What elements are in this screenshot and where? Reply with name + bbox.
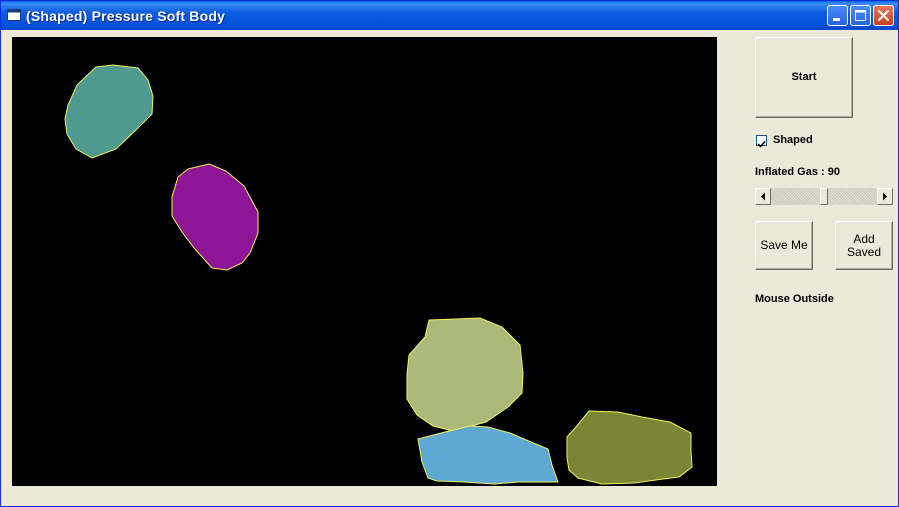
shaped-checkbox[interactable] [756, 135, 767, 148]
window-title: (Shaped) Pressure Soft Body [26, 8, 226, 24]
shaped-label[interactable]: Shaped [773, 134, 813, 146]
app-window: (Shaped) Pressure Soft Body Start Shaped… [0, 0, 899, 507]
app-window-icon [7, 9, 21, 21]
inflated-gas-label: Inflated Gas : 90 [755, 166, 840, 178]
sage-body[interactable] [406, 317, 524, 432]
blue-body[interactable] [417, 425, 559, 485]
simulation-canvas[interactable] [12, 37, 717, 486]
soft-body-scene [64, 64, 693, 485]
close-icon [878, 10, 889, 21]
start-button[interactable]: Start [755, 37, 853, 118]
teal-body[interactable] [64, 64, 154, 159]
checkmark-icon [757, 140, 766, 148]
purple-body[interactable] [171, 163, 259, 271]
maximize-button[interactable] [850, 5, 871, 26]
close-button[interactable] [873, 5, 894, 26]
slider-left-arrow[interactable] [755, 188, 771, 205]
arrow-right-icon [883, 192, 887, 201]
title-bar[interactable]: (Shaped) Pressure Soft Body [1, 1, 898, 30]
arrow-left-icon [761, 192, 765, 201]
slider-thumb[interactable] [820, 188, 828, 205]
minimize-icon [833, 18, 840, 21]
inflated-gas-slider[interactable] [755, 188, 893, 205]
slider-track[interactable] [771, 188, 877, 205]
slider-right-arrow[interactable] [877, 188, 893, 205]
olive-body[interactable] [566, 410, 693, 485]
minimize-button[interactable] [827, 5, 848, 26]
maximize-icon [855, 10, 866, 21]
save-me-button[interactable]: Save Me [755, 221, 813, 270]
add-saved-button[interactable]: Add Saved [835, 221, 893, 270]
mouse-status-label: Mouse Outside [755, 293, 834, 305]
